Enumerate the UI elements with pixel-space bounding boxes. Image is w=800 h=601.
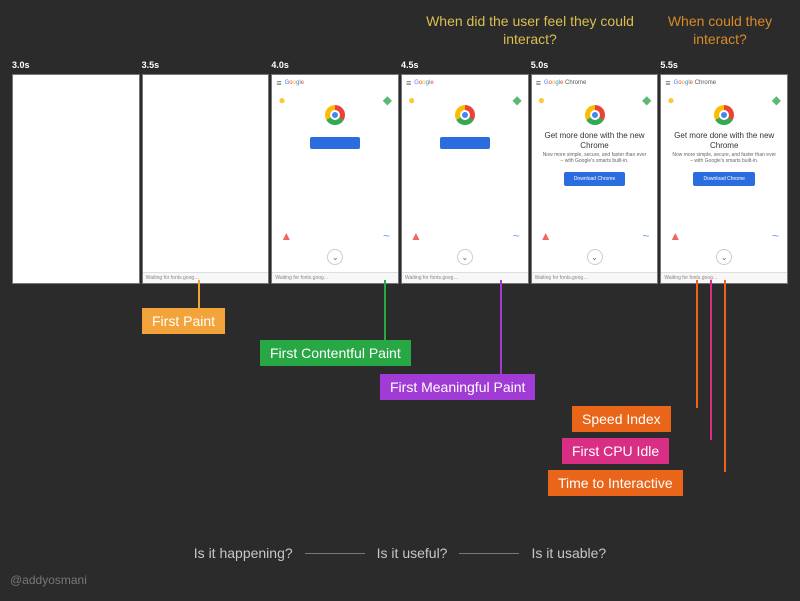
deco-icon: ▲ <box>540 229 552 243</box>
author-credit: @addyosmani <box>10 573 87 587</box>
frame-1: 3.5s Waiting for fonts.goog… <box>142 60 270 284</box>
menu-icon: ≡ <box>536 78 541 88</box>
google-chrome-logo: Google Chrome <box>544 80 586 86</box>
screenshot-fmp: ≡ Google ◆ ● ▲ ~ ⌄ Waiting for fonts.goo… <box>401 74 529 284</box>
tag-first-meaningful-paint: First Meaningful Paint <box>380 374 535 400</box>
tag-first-paint: First Paint <box>142 308 225 334</box>
timeline-row: 3.0s 3.5s Waiting for fonts.goog… 4.0s ≡… <box>12 60 788 284</box>
frame-4: 5.0s ≡ Google Chrome ◆ ● Get more done w… <box>531 60 659 284</box>
bottom-q-happening: Is it happening? <box>194 545 293 561</box>
frame-3: 4.5s ≡ Google ◆ ● ▲ ~ ⌄ Waiting for font… <box>401 60 529 284</box>
screenshot-blank <box>12 74 140 284</box>
chrome-icon <box>455 105 475 125</box>
status-text: Waiting for fonts.goog… <box>143 272 269 283</box>
chrome-icon <box>325 105 345 125</box>
status-text: Waiting for fonts.goog… <box>402 272 528 283</box>
frame-5: 5.5s ≡ Google Chrome ◆ ● Get more done w… <box>660 60 788 284</box>
hero-title: Get more done with the new Chrome <box>532 131 658 150</box>
hero-title: Get more done with the new Chrome <box>661 131 787 150</box>
menu-icon: ≡ <box>406 78 411 88</box>
chrome-icon <box>714 105 734 125</box>
deco-icon: ▲ <box>280 229 292 243</box>
screenshot-interactive: ≡ Google Chrome ◆ ● Get more done with t… <box>660 74 788 284</box>
deco-icon: ~ <box>772 229 779 243</box>
connector-fmp <box>500 280 502 376</box>
deco-icon: ~ <box>513 229 520 243</box>
timestamp-5: 5.5s <box>660 60 788 70</box>
deco-icon: ▲ <box>410 229 422 243</box>
menu-icon: ≡ <box>665 78 670 88</box>
divider-line <box>459 553 519 554</box>
download-chrome-button: Download Chrome <box>693 172 754 186</box>
status-text: Waiting for fonts.goog… <box>532 272 658 283</box>
frame-0: 3.0s <box>12 60 140 284</box>
hero-subtitle: Now more simple, secure, and faster than… <box>532 150 658 166</box>
timestamp-4: 5.0s <box>531 60 659 70</box>
deco-icon: ~ <box>642 229 649 243</box>
divider-line <box>305 553 365 554</box>
screenshot-first-paint: Waiting for fonts.goog… <box>142 74 270 284</box>
chrome-icon <box>585 105 605 125</box>
scroll-down-icon: ⌄ <box>327 249 343 265</box>
download-placeholder-button <box>440 137 490 149</box>
connector-first-paint <box>198 280 200 310</box>
timestamp-3: 4.5s <box>401 60 529 70</box>
tag-time-to-interactive: Time to Interactive <box>548 470 683 496</box>
tag-first-cpu-idle: First CPU Idle <box>562 438 669 464</box>
menu-icon: ≡ <box>276 78 281 88</box>
tag-first-contentful-paint: First Contentful Paint <box>260 340 411 366</box>
scroll-down-icon: ⌄ <box>716 249 732 265</box>
tag-speed-index: Speed Index <box>572 406 671 432</box>
screenshot-hero: ≡ Google Chrome ◆ ● Get more done with t… <box>531 74 659 284</box>
download-placeholder-button <box>310 137 360 149</box>
connector-speed-index <box>696 280 698 408</box>
connector-fcp <box>384 280 386 342</box>
frame-2: 4.0s ≡ Google ◆ ● ▲ ~ ⌄ Waiting for font… <box>271 60 399 284</box>
deco-icon: ~ <box>383 229 390 243</box>
bottom-q-useful: Is it useful? <box>377 545 448 561</box>
status-text: Waiting for fonts.goog… <box>272 272 398 283</box>
hero-subtitle: Now more simple, secure, and faster than… <box>661 150 787 166</box>
timestamp-1: 3.5s <box>142 60 270 70</box>
scroll-down-icon: ⌄ <box>587 249 603 265</box>
deco-icon: ▲ <box>669 229 681 243</box>
download-chrome-button: Download Chrome <box>564 172 625 186</box>
google-logo: Google <box>414 80 433 86</box>
question-feel-interact: When did the user feel they could intera… <box>420 12 640 48</box>
google-chrome-logo: Google Chrome <box>674 80 716 86</box>
scroll-down-icon: ⌄ <box>457 249 473 265</box>
bottom-questions-row: Is it happening? Is it useful? Is it usa… <box>0 545 800 561</box>
connector-tti <box>724 280 726 472</box>
timestamp-0: 3.0s <box>12 60 140 70</box>
timestamp-2: 4.0s <box>271 60 399 70</box>
bottom-q-usable: Is it usable? <box>531 545 606 561</box>
connector-first-cpu-idle <box>710 280 712 440</box>
google-logo: Google <box>285 80 304 86</box>
screenshot-fcp: ≡ Google ◆ ● ▲ ~ ⌄ Waiting for fonts.goo… <box>271 74 399 284</box>
question-could-interact: When could they interact? <box>650 12 790 48</box>
